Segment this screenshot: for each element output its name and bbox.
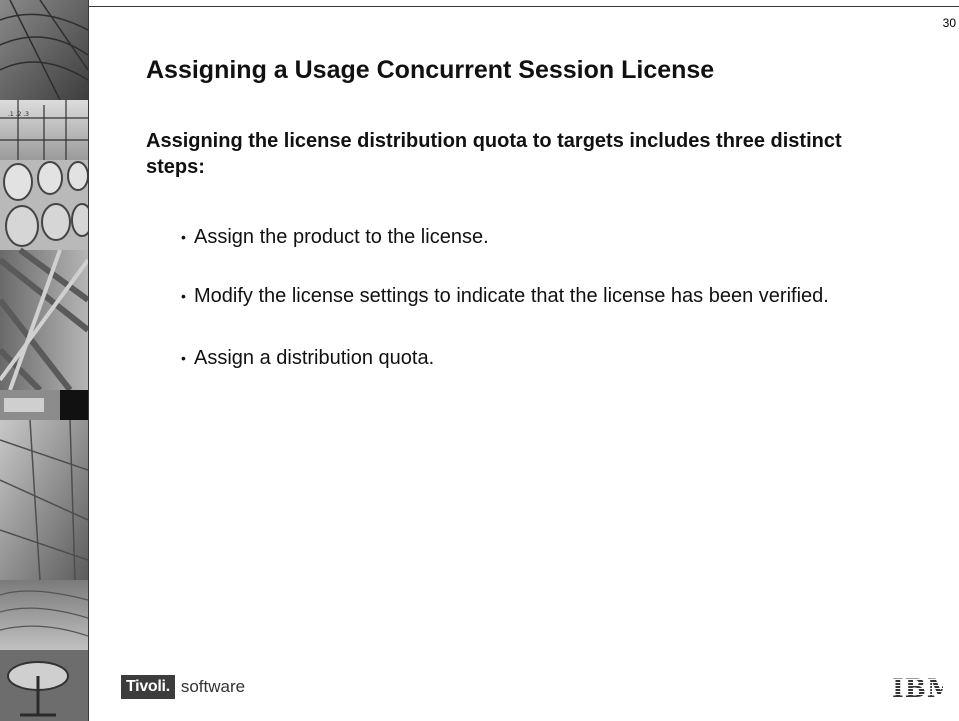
svg-text:.1 .2 .3: .1 .2 .3 bbox=[8, 111, 29, 118]
decorative-photo-strip: .1 .2 .3 bbox=[0, 0, 88, 721]
bullet-text: Modify the license settings to indicate … bbox=[194, 285, 829, 307]
bullet-dot-icon: • bbox=[181, 288, 186, 304]
strip-divider-line bbox=[88, 0, 89, 721]
svg-text:IBM: IBM bbox=[892, 674, 943, 702]
bullet-dot-icon: • bbox=[181, 350, 186, 366]
slide-title: Assigning a Usage Concurrent Session Lic… bbox=[146, 56, 715, 84]
bullet-list: • Assign the product to the license. • M… bbox=[174, 224, 894, 406]
tivoli-software-logo: Tivoli. software bbox=[121, 675, 245, 699]
ibm-logo: IBM bbox=[891, 674, 955, 707]
page-number: 30 bbox=[942, 16, 956, 30]
software-label: software bbox=[180, 677, 246, 696]
tivoli-brand-box: Tivoli. bbox=[121, 675, 175, 699]
top-divider-line bbox=[88, 6, 959, 7]
list-item: • Assign a distribution quota. bbox=[174, 345, 894, 371]
list-item: • Modify the license settings to indicat… bbox=[174, 283, 894, 309]
photo-collage-image: .1 .2 .3 bbox=[0, 0, 88, 721]
slide-subtitle: Assigning the license distribution quota… bbox=[146, 130, 842, 178]
list-item: • Assign the product to the license. bbox=[174, 224, 894, 250]
bullet-text: Assign the product to the license. bbox=[194, 226, 489, 248]
bullet-text: Assign a distribution quota. bbox=[194, 347, 435, 369]
bullet-dot-icon: • bbox=[181, 229, 186, 245]
slide: .1 .2 .3 30 Assigning a Usage Concurrent… bbox=[0, 0, 959, 721]
